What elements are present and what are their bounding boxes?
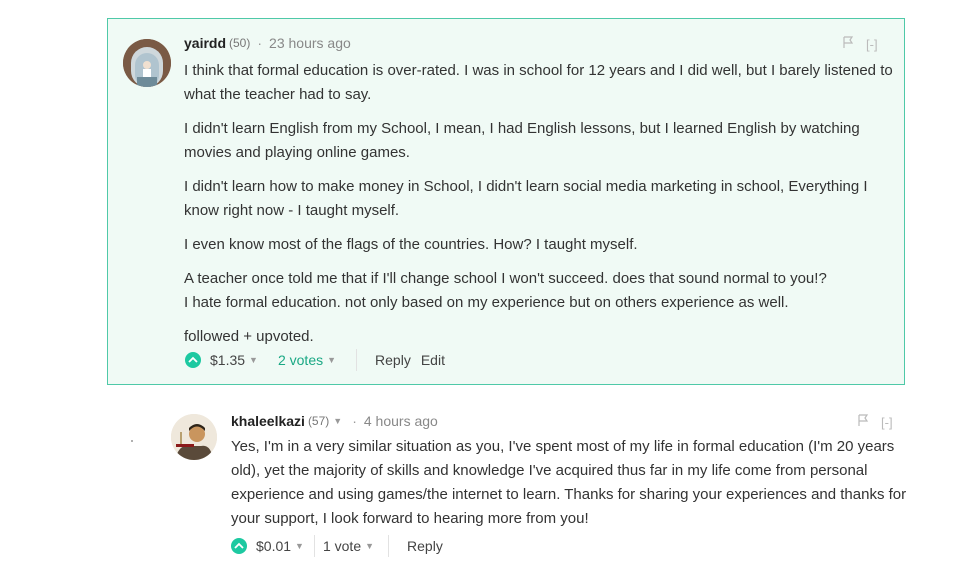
timestamp[interactable]: 23 hours ago — [269, 35, 351, 51]
divider — [388, 535, 390, 557]
author-reputation: (57) — [307, 414, 330, 428]
payout-value[interactable]: $1.35 — [210, 352, 245, 368]
avatar-image — [171, 414, 217, 460]
avatar-image — [123, 39, 171, 87]
votes-count[interactable]: 2 votes — [278, 352, 323, 368]
timestamp[interactable]: 4 hours ago — [364, 413, 438, 429]
comment-paragraph: A teacher once told me that if I'll chan… — [184, 270, 827, 287]
reply-link[interactable]: Reply — [375, 352, 411, 368]
comment-body: Yes, I'm in a very similar situation as … — [231, 435, 909, 531]
avatar[interactable] — [123, 39, 171, 87]
decorative-dot — [131, 440, 133, 442]
flag-icon[interactable] — [842, 36, 854, 52]
comment-controls: [-] — [842, 36, 878, 52]
upvote-icon[interactable] — [185, 352, 201, 368]
upvote-icon[interactable] — [231, 538, 247, 554]
comment-paragraph: I think that formal education is over-ra… — [184, 62, 893, 103]
author-name[interactable]: yairdd — [184, 35, 226, 51]
payout-value[interactable]: $0.01 — [256, 538, 291, 554]
comment-paragraph: I hate formal education. not only based … — [184, 294, 789, 311]
comment-paragraph: followed + upvoted. — [184, 328, 314, 345]
meta-separator: · — [352, 413, 357, 429]
comment-actions: $1.35 ▼ 2 votes ▼ Reply Edit — [185, 349, 445, 371]
flag-icon[interactable] — [857, 414, 869, 430]
meta-separator: · — [257, 35, 263, 51]
author-reputation: (50) — [229, 36, 251, 50]
comment-paragraph: I even know most of the flags of the cou… — [184, 236, 638, 253]
divider — [356, 349, 358, 371]
caret-down-icon[interactable]: ▼ — [365, 541, 374, 551]
caret-down-icon[interactable]: ▼ — [249, 355, 258, 365]
divider — [313, 535, 315, 557]
author-name[interactable]: khaleelkazi — [231, 413, 305, 429]
votes-count[interactable]: 1 vote — [323, 538, 361, 554]
caret-down-icon[interactable]: ▼ — [295, 541, 304, 551]
caret-down-icon[interactable]: ▼ — [333, 416, 342, 426]
caret-down-icon[interactable]: ▼ — [327, 355, 336, 365]
comment-controls: [-] — [857, 414, 893, 430]
comment-meta: khaleelkazi (57) ▼ · 4 hours ago — [231, 413, 438, 429]
comment-paragraph: I didn't learn English from my School, I… — [184, 120, 860, 161]
comment-actions: $0.01 ▼ 1 vote ▼ Reply — [231, 535, 443, 557]
comment-meta: yairdd (50) · 23 hours ago — [184, 35, 351, 51]
collapse-button[interactable]: [-] — [866, 37, 878, 52]
collapse-button[interactable]: [-] — [881, 415, 893, 430]
reply-link[interactable]: Reply — [407, 538, 443, 554]
avatar[interactable] — [171, 414, 217, 460]
highlighted-comment: yairdd (50) · 23 hours ago [-] I think t… — [107, 18, 905, 385]
edit-link[interactable]: Edit — [421, 352, 445, 368]
comment-paragraph: I didn't learn how to make money in Scho… — [184, 178, 868, 219]
comment-paragraph: Yes, I'm in a very similar situation as … — [231, 438, 907, 527]
comment-body: I think that formal education is over-ra… — [184, 59, 894, 349]
